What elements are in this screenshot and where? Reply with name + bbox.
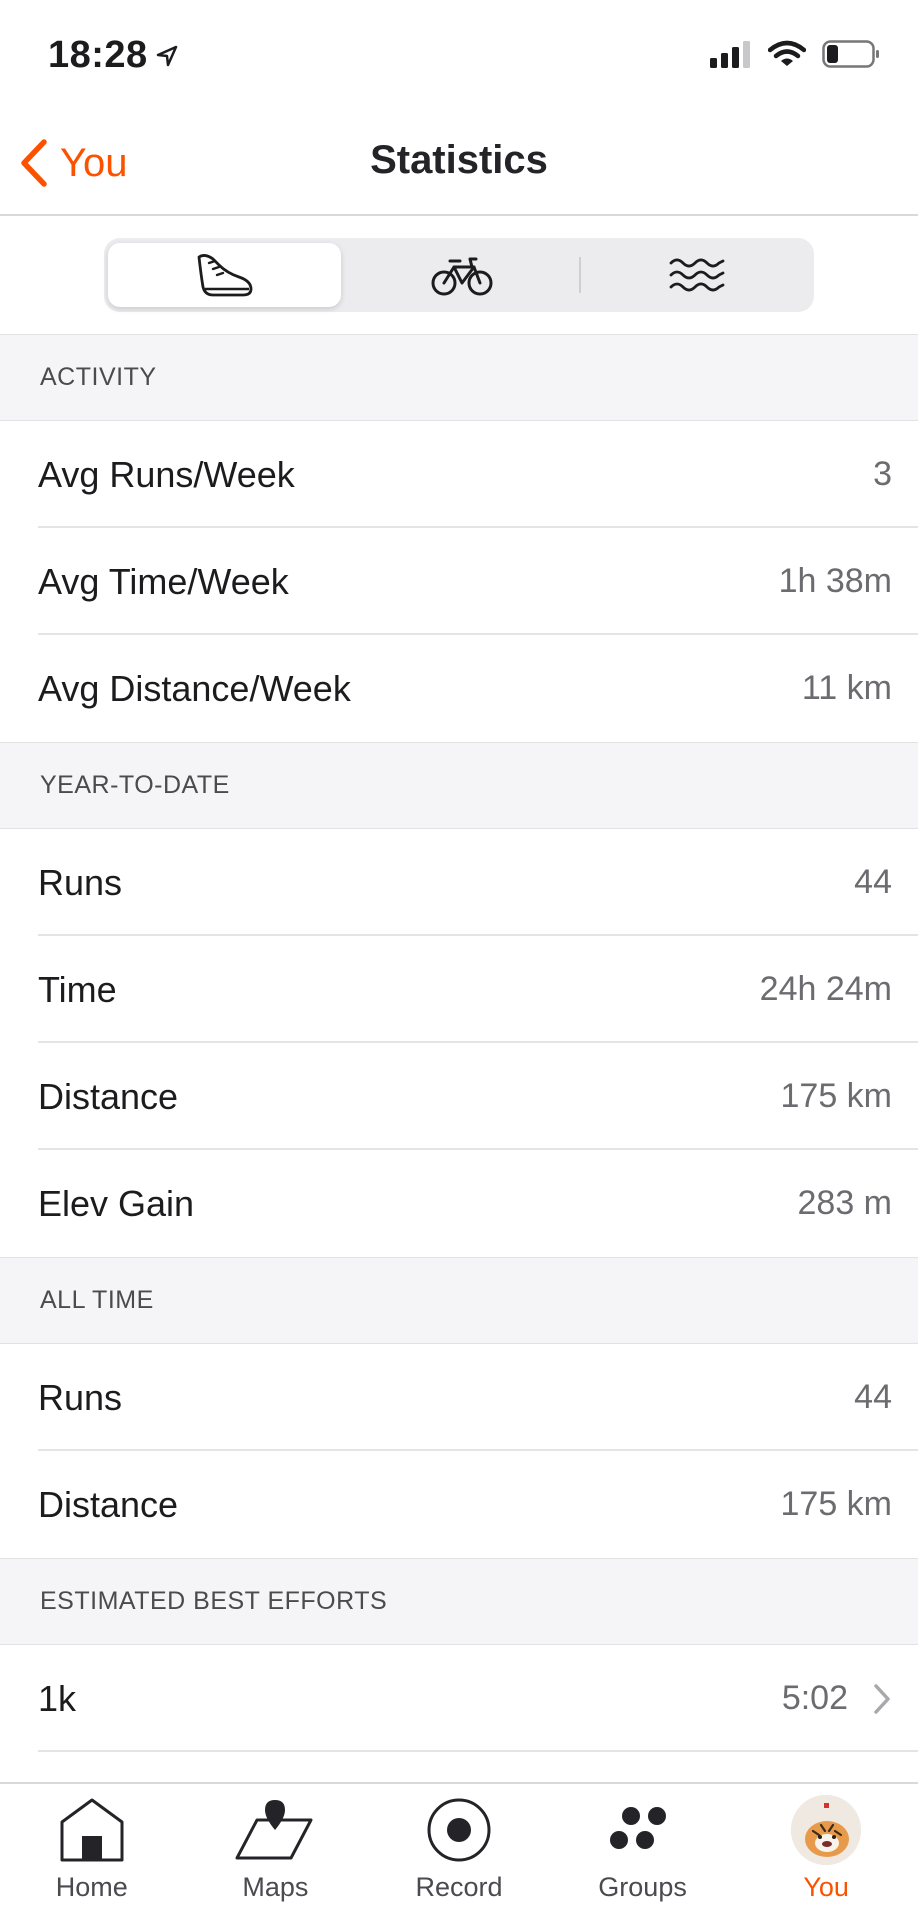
page-title: Statistics: [370, 138, 548, 182]
stat-row: Avg Distance/Week 11 km: [0, 635, 918, 742]
status-time-text: 18:28: [48, 34, 148, 76]
stat-value: 44: [854, 863, 892, 901]
stat-value: 24h 24m: [759, 970, 892, 1008]
best-effort-value: 5:02: [781, 1679, 848, 1717]
stat-value: 44: [854, 1378, 892, 1416]
swim-waves-icon: [669, 258, 725, 292]
status-bar: 18:28: [0, 0, 918, 110]
running-shoe-icon: [197, 254, 253, 297]
status-indicators: [710, 40, 880, 68]
segment-swim[interactable]: [581, 238, 814, 312]
stat-label: Runs: [38, 1376, 123, 1418]
best-effort-label: 1k: [38, 1677, 77, 1719]
map-icon: [235, 1800, 313, 1860]
stat-row: Runs 44: [0, 829, 918, 936]
tab-label: You: [803, 1872, 849, 1902]
stat-label: Distance: [38, 1075, 179, 1117]
tab-maps[interactable]: Maps: [184, 1784, 368, 1920]
tab-record[interactable]: Record: [367, 1784, 551, 1920]
stat-value: 3: [873, 455, 892, 493]
best-effort-row[interactable]: 1k 5:02: [0, 1645, 918, 1752]
stat-row: Distance 175 km: [0, 1043, 918, 1150]
avatar: [791, 1795, 862, 1865]
tab-label: Record: [415, 1872, 503, 1902]
chevron-right-icon: [874, 1683, 890, 1714]
stat-label: Avg Runs/Week: [38, 453, 295, 495]
stat-label: Avg Time/Week: [38, 560, 289, 602]
wifi-icon: [768, 40, 806, 66]
home-icon: [60, 1798, 124, 1862]
best-effort-value-group: 5:02: [782, 1679, 892, 1718]
stat-label: Elev Gain: [38, 1182, 195, 1224]
stat-label: Distance: [38, 1483, 179, 1525]
stat-value: 1h 38m: [778, 562, 892, 600]
battery-icon: [822, 40, 879, 68]
tiger-avatar-icon: [791, 1795, 862, 1865]
section-header-all-time: ALL TIME: [0, 1257, 918, 1344]
sport-selector: [0, 216, 918, 334]
stat-label: Time: [38, 968, 117, 1010]
tab-groups[interactable]: Groups: [551, 1784, 735, 1920]
section-header-best-efforts: ESTIMATED BEST EFFORTS: [0, 1558, 918, 1645]
signal-icon: [710, 41, 750, 68]
status-time: 18:28: [48, 34, 178, 77]
stat-value: 175 km: [780, 1077, 893, 1115]
location-arrow-icon: [156, 45, 177, 66]
stat-row: Time 24h 24m: [0, 936, 918, 1043]
navigation-bar: You Statistics: [0, 110, 918, 216]
stat-row: Avg Runs/Week 3: [0, 421, 918, 528]
stat-label: Runs: [38, 861, 123, 903]
stat-value: 175 km: [780, 1485, 893, 1523]
bicycle-icon: [431, 257, 493, 296]
tab-label: Maps: [242, 1872, 309, 1902]
tab-label: Groups: [598, 1872, 687, 1902]
stat-row: Elev Gain 283 m: [0, 1150, 918, 1257]
segmented-control: [104, 238, 814, 312]
tab-bar: Home Maps Record Groups You: [0, 1782, 918, 1920]
stat-row: Distance 175 km: [0, 1451, 918, 1558]
stat-value: 283 m: [797, 1184, 893, 1222]
tab-home[interactable]: Home: [0, 1784, 184, 1920]
segment-run[interactable]: [108, 243, 342, 307]
section-header-year-to-date: YEAR-TO-DATE: [0, 742, 918, 829]
tab-label: Home: [55, 1872, 128, 1902]
tab-you[interactable]: You: [734, 1784, 918, 1920]
groups-icon: [609, 1807, 666, 1849]
stat-label: Avg Distance/Week: [38, 667, 351, 709]
statistics-list: ACTIVITY Avg Runs/Week 3 Avg Time/Week 1…: [0, 334, 918, 1752]
segment-ride[interactable]: [345, 238, 578, 312]
section-header-activity: ACTIVITY: [0, 334, 918, 421]
record-icon: [427, 1798, 491, 1862]
stat-value: 11 km: [801, 669, 892, 707]
stat-row: Runs 44: [0, 1344, 918, 1451]
stat-row: Avg Time/Week 1h 38m: [0, 528, 918, 635]
